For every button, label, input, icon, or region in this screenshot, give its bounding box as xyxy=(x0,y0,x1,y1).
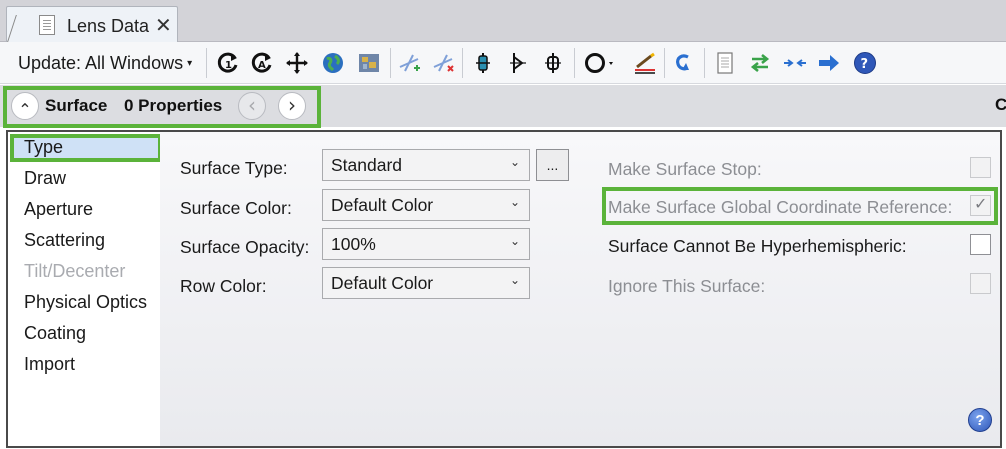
sidebar-item-import[interactable]: Import xyxy=(24,354,75,375)
document-icon xyxy=(39,15,55,35)
make-surface-stop-checkbox[interactable] xyxy=(970,157,991,178)
next-surface-button[interactable]: › xyxy=(278,92,306,120)
row-color-select[interactable]: Default Color ⌄ xyxy=(322,267,530,299)
global-coordinate-reference-checkbox[interactable]: ✓ xyxy=(970,194,991,216)
chevron-right-icon: › xyxy=(288,92,296,117)
surface-opacity-select[interactable]: 100% ⌄ xyxy=(322,228,530,260)
chevron-down-icon: ⌄ xyxy=(509,234,520,248)
surface-opacity-label: Surface Opacity: xyxy=(180,237,310,257)
help-glyph: ? xyxy=(975,411,985,429)
sidebar-item-physical-optics[interactable]: Physical Optics xyxy=(24,292,147,313)
cannot-be-hyperhemispheric-label: Surface Cannot Be Hyperhemispheric: xyxy=(608,236,907,256)
toolbar-separator xyxy=(206,48,207,78)
sidebar-item-draw[interactable]: Draw xyxy=(24,168,66,189)
globe-icon[interactable] xyxy=(320,50,346,76)
collapse-arrows-icon[interactable] xyxy=(782,50,808,76)
sidebar-item-tilt-decenter: Tilt/Decenter xyxy=(24,261,126,281)
row-color-label: Row Color: xyxy=(180,276,267,296)
previous-surface-button[interactable]: ‹ xyxy=(238,92,266,120)
surface-type-select[interactable]: Standard ⌄ xyxy=(322,149,530,181)
sidebar-item-type[interactable]: Type xyxy=(24,137,63,158)
update-windows-dropdown[interactable]: Update: All Windows ▾ xyxy=(18,53,192,74)
ignore-surface-label: Ignore This Surface: xyxy=(608,276,766,296)
lens-data-toolbar: Update: All Windows ▾ 1 A ? xyxy=(0,42,1006,84)
map-icon[interactable] xyxy=(356,50,382,76)
toolbar-separator xyxy=(664,48,665,78)
chevron-left-icon: ‹ xyxy=(248,92,256,117)
row-color-value: Default Color xyxy=(331,273,434,293)
chevron-down-icon: ⌄ xyxy=(509,155,520,169)
surface-type-label: Surface Type: xyxy=(180,158,288,178)
sidebar-item-aperture[interactable]: Aperture xyxy=(24,199,93,220)
update-windows-label: Update: All Windows xyxy=(18,53,184,73)
chevron-down-icon: ▾ xyxy=(187,58,193,69)
help-icon[interactable]: ? xyxy=(852,50,878,76)
remove-coordinate-icon[interactable] xyxy=(430,50,456,76)
undo-arrow-icon[interactable] xyxy=(670,50,696,76)
type-settings-content: Surface Type: Standard ⌄ ... Surface Col… xyxy=(160,132,1000,446)
circle-dropdown-icon[interactable] xyxy=(582,50,620,76)
sidebar-item-scattering[interactable]: Scattering xyxy=(24,230,105,251)
help-icon[interactable]: ? xyxy=(968,408,992,432)
surface-properties-header: ⌃ Surface 0 Properties ‹ › C xyxy=(0,85,1006,128)
right-arrow-icon[interactable] xyxy=(816,50,842,76)
surface-color-value: Default Color xyxy=(331,195,434,215)
swap-arrows-icon[interactable] xyxy=(747,50,773,76)
tilt-decenter-icon[interactable] xyxy=(470,50,496,76)
cannot-be-hyperhemispheric-checkbox[interactable] xyxy=(970,234,991,255)
surface-color-select[interactable]: Default Color ⌄ xyxy=(322,189,530,221)
close-icon[interactable]: ✕ xyxy=(155,13,172,38)
document-icon[interactable] xyxy=(712,50,738,76)
chevron-down-icon: ⌄ xyxy=(509,195,520,209)
toolbar-separator xyxy=(704,48,705,78)
make-focal-icon[interactable] xyxy=(540,50,566,76)
add-coordinate-icon[interactable] xyxy=(396,50,422,76)
refresh-1-icon[interactable]: 1 xyxy=(215,50,241,76)
surface-properties-panel: Type Draw Aperture Scattering Tilt/Decen… xyxy=(6,130,1002,448)
solve-wand-icon[interactable] xyxy=(632,50,658,76)
surface-type-settings-button[interactable]: ... xyxy=(536,149,569,181)
svg-text:?: ? xyxy=(861,57,869,72)
sidebar-item-coating[interactable]: Coating xyxy=(24,323,86,344)
collapse-button[interactable]: ⌃ xyxy=(11,92,39,120)
truncated-header-text: C xyxy=(995,95,1006,114)
surface-opacity-value: 100% xyxy=(331,234,376,254)
refresh-all-icon[interactable]: A xyxy=(249,50,275,76)
surface-title: Surface xyxy=(45,96,108,115)
ellipsis-icon: ... xyxy=(546,157,559,173)
document-tab-strip: Lens Data ✕ xyxy=(0,0,1006,45)
surface-color-label: Surface Color: xyxy=(180,198,292,218)
toolbar-separator xyxy=(390,48,391,78)
reverse-elements-icon[interactable] xyxy=(505,50,531,76)
checkmark-icon: ✓ xyxy=(974,194,988,213)
surface-type-value: Standard xyxy=(331,155,403,175)
chevron-up-icon: ⌃ xyxy=(18,99,32,119)
toolbar-separator xyxy=(574,48,575,78)
make-surface-stop-label: Make Surface Stop: xyxy=(608,159,762,179)
global-coordinate-reference-label: Make Surface Global Coordinate Reference… xyxy=(608,197,953,217)
chevron-down-icon: ⌄ xyxy=(509,273,520,287)
svg-text:A: A xyxy=(258,60,266,71)
property-category-sidebar: Type Draw Aperture Scattering Tilt/Decen… xyxy=(8,132,162,446)
ignore-surface-checkbox[interactable] xyxy=(970,273,991,294)
tab-lens-data[interactable]: Lens Data ✕ xyxy=(6,6,178,45)
surface-properties-count: 0 Properties xyxy=(124,96,223,115)
svg-text:1: 1 xyxy=(225,60,232,71)
tab-title: Lens Data xyxy=(67,16,150,36)
toolbar-separator xyxy=(462,48,463,78)
move-crosshair-icon[interactable] xyxy=(284,50,310,76)
tab-edge xyxy=(6,15,17,45)
